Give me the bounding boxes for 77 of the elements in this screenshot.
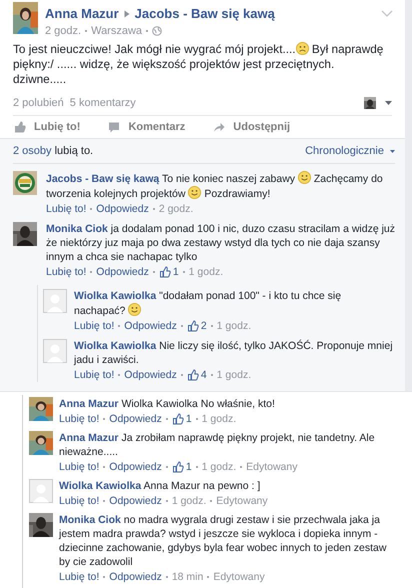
thumbs-up-icon bbox=[14, 121, 26, 133]
comment-time: 1 godz. bbox=[172, 494, 206, 508]
like-link[interactable]: Lubię to! bbox=[46, 265, 86, 279]
like-link[interactable]: Lubię to! bbox=[59, 494, 100, 508]
comment-time: 1 godz. bbox=[202, 460, 236, 474]
like-link[interactable]: Lubię to! bbox=[59, 460, 100, 474]
comment-text: Jacobs - Baw się kawą To nie koniec naszej zabawy Zachęcamy do tworzenia kolejnych projektów Pozdrawiamy! bbox=[46, 171, 384, 201]
reply-link[interactable]: Odpowiedz bbox=[109, 460, 162, 474]
thumbs-up-icon bbox=[172, 461, 184, 473]
reply-link[interactable]: Odpowiedz bbox=[109, 570, 162, 584]
like-link[interactable]: Lubię to! bbox=[74, 368, 114, 382]
like-button[interactable]: Lubię to! bbox=[14, 121, 80, 133]
comment-time: 18 min bbox=[172, 570, 204, 584]
likes-summary: 2 osoby lubią to. bbox=[13, 145, 94, 157]
author-link[interactable]: Anna Mazur bbox=[45, 6, 119, 21]
author-link[interactable]: Monika Ciok bbox=[46, 223, 108, 235]
author-link[interactable]: Jacobs - Baw się kawą bbox=[46, 173, 160, 185]
sort-dropdown[interactable]: Chronologicznie bbox=[305, 145, 395, 157]
logo-icon bbox=[13, 171, 37, 195]
reply-link[interactable]: Odpowiedz bbox=[96, 202, 149, 216]
like-count[interactable]: 4 bbox=[200, 368, 207, 382]
reply-link[interactable]: Odpowiedz bbox=[109, 494, 162, 508]
smiley-icon bbox=[128, 303, 142, 316]
like-link[interactable]: Lubię to! bbox=[59, 570, 100, 584]
author-link[interactable]: Wiolka Kawiolka bbox=[74, 290, 156, 302]
reply-link[interactable]: Odpowiedz bbox=[109, 412, 162, 426]
avatar-silhouette-icon bbox=[29, 479, 53, 503]
globe-icon bbox=[152, 26, 162, 36]
comment-time: 1 godz. bbox=[216, 368, 252, 382]
like-link[interactable]: Lubię to! bbox=[59, 412, 100, 426]
author-link[interactable]: Monika Ciok bbox=[59, 514, 121, 526]
comment-time: 2 godz. bbox=[158, 202, 194, 216]
page-link[interactable]: Jacobs - Baw się kawą bbox=[134, 6, 275, 21]
comment-time: 1 godz. bbox=[202, 412, 236, 426]
reply-link[interactable]: Odpowiedz bbox=[124, 319, 177, 333]
smiley-icon bbox=[188, 186, 202, 199]
comment-text: Monika Ciok no madra wygrala drugi zestaw i sie przechwala jaka ja jestem madra prawda? wstyd i jeszcze sie wykloca i dopieka innym - dziecinne zachowanie, gdybys byla fear wobec innych to jeden zestaw by cie zadowolil bbox=[59, 513, 388, 569]
comment-button[interactable]: Komentarz bbox=[108, 121, 186, 133]
comment-text: Wiolka Kawiolka Nie liczy się ilość, tylko JAKOŚĆ. Proponuje mniej jadu i zawiści. bbox=[74, 339, 394, 367]
author-link[interactable]: Wiolka Kawiolka bbox=[59, 480, 142, 492]
like-count[interactable]: 2 bbox=[200, 319, 207, 333]
likers-link[interactable]: 2 osoby bbox=[13, 145, 52, 157]
avatar-silhouette-icon bbox=[43, 289, 67, 313]
comment-text: Anna Mazur Ja zrobiłam naprawdę piękny projekt, nie tandetny. Ale nieważne..... bbox=[59, 431, 376, 459]
caret-icon bbox=[390, 150, 395, 152]
share-button[interactable]: Udostępnij bbox=[213, 121, 290, 133]
like-link[interactable]: Lubię to! bbox=[74, 319, 114, 333]
thumbs-up-icon bbox=[172, 413, 184, 425]
comment-time: 1 godz. bbox=[216, 319, 252, 333]
comment-text: Wiolka Kawiolka "dodałam ponad 100" - i kto tu chce się nachapać? bbox=[74, 289, 342, 318]
speech-bubble-icon bbox=[108, 121, 120, 133]
reply-link[interactable]: Odpowiedz bbox=[124, 368, 177, 382]
edited-label: Edytowany bbox=[216, 494, 268, 508]
like-link[interactable]: Lubię to! bbox=[46, 202, 86, 216]
comment-text: Monika Ciok ja dodalam ponad 100 i nic, duzo czasu stracilam a widzę już że niektórzy juz maja po dwa zestawy wstyd dla tych co nie daja szansy innym a chca sie nachapac tylko bbox=[46, 222, 395, 264]
comment-time: 1 godz. bbox=[188, 265, 224, 279]
author-link[interactable]: Wiolka Kawiolka bbox=[74, 340, 156, 352]
edited-label: Edytowany bbox=[213, 570, 265, 584]
edited-label: Edytowany bbox=[246, 460, 298, 474]
comment-text: Wiolka Kawiolka Anna Mazur na pewno : ] bbox=[59, 479, 262, 493]
triangle-icon bbox=[124, 10, 130, 18]
like-count[interactable]: 1 bbox=[186, 460, 192, 474]
smiley-icon bbox=[298, 171, 311, 184]
avatar-silhouette-icon bbox=[43, 339, 67, 363]
caret-icon[interactable] bbox=[385, 101, 392, 105]
post-text: To jest nieuczciwe! Jak mógł nie wygrać mój projekt.... Był naprawdę piękny:/ ...... widzę, że większość projektów jest przeciętnych. dziwne..... bbox=[13, 42, 384, 87]
comment-text: Anna Mazur Wiolka Kawiolka No właśnie, kto! bbox=[59, 397, 276, 411]
like-count[interactable]: 1 bbox=[172, 265, 179, 279]
share-arrow-icon bbox=[213, 121, 226, 133]
author-link[interactable]: Anna Mazur bbox=[59, 432, 119, 444]
thumbs-up-icon bbox=[186, 369, 199, 381]
sad-face-icon bbox=[296, 42, 309, 55]
like-count[interactable]: 1 bbox=[186, 412, 192, 426]
reply-link[interactable]: Odpowiedz bbox=[96, 265, 149, 279]
thumbs-up-icon bbox=[158, 266, 171, 278]
thumbs-up-icon bbox=[186, 320, 199, 332]
author-link[interactable]: Anna Mazur bbox=[59, 398, 119, 410]
